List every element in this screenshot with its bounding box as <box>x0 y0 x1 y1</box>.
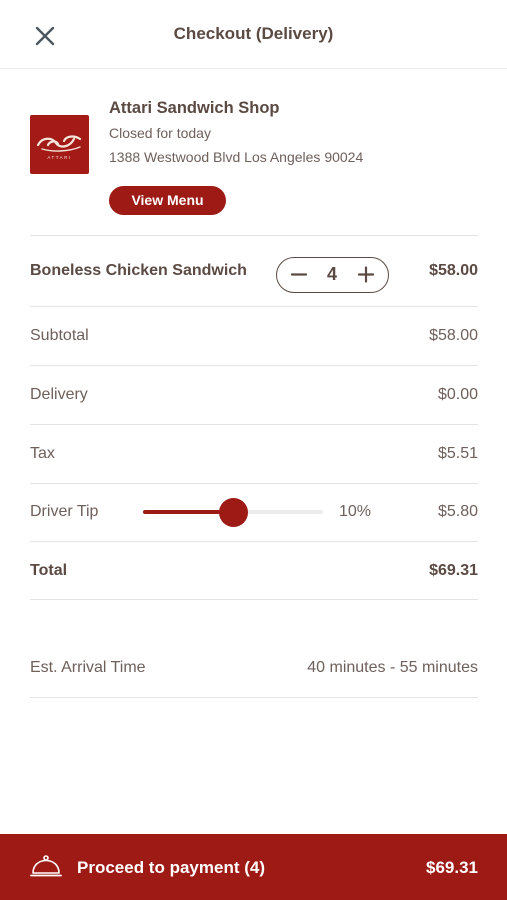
tip-slider[interactable] <box>143 496 323 528</box>
quantity-value: 4 <box>326 264 337 284</box>
arrival-value: 40 minutes - 55 minutes <box>307 659 478 676</box>
tip-slider-handle[interactable] <box>219 498 248 527</box>
shop-info: ATTARI Attari Sandwich Shop Closed for t… <box>30 90 478 235</box>
shop-status: Closed for today <box>109 125 211 141</box>
top-bar: Checkout (Delivery) <box>0 0 507 69</box>
divider <box>30 697 478 698</box>
shop-name: Attari Sandwich Shop <box>109 99 280 117</box>
svg-text:ATTARI: ATTARI <box>47 155 71 160</box>
item-name: Boneless Chicken Sandwich <box>30 262 247 279</box>
tip-value: $5.80 <box>437 503 478 520</box>
divider <box>30 424 478 425</box>
divider <box>30 235 478 236</box>
item-price: $58.00 <box>429 262 478 279</box>
divider <box>30 541 478 542</box>
arrival-label: Est. Arrival Time <box>30 659 146 676</box>
divider <box>30 483 478 484</box>
footer-total: $69.31 <box>426 858 478 877</box>
shop-logo: ATTARI <box>30 115 89 174</box>
divider <box>30 599 478 600</box>
tip-percent: 10% <box>339 503 372 520</box>
decrease-quantity-button[interactable] <box>281 258 317 291</box>
delivery-value: $0.00 <box>437 386 478 403</box>
plus-icon[interactable] <box>348 258 384 291</box>
divider <box>30 365 478 366</box>
divider <box>30 306 478 307</box>
view-menu-button[interactable]: View Menu <box>109 186 226 215</box>
cloche-icon <box>30 855 62 877</box>
proceed-label: Proceed to payment (4) <box>77 858 265 877</box>
tax-value: $5.51 <box>437 445 478 462</box>
total-value: $69.31 <box>429 562 478 579</box>
subtotal-label: Subtotal <box>30 327 89 344</box>
driver-tip-label: Driver Tip <box>30 503 99 520</box>
tax-label: Tax <box>30 445 55 462</box>
increase-quantity-button[interactable] <box>348 258 384 291</box>
proceed-to-payment-button[interactable]: Proceed to payment (4) $69.31 <box>0 834 507 900</box>
total-label: Total <box>30 562 68 579</box>
shop-address: 1388 Westwood Blvd Los Angeles 90024 <box>109 149 364 165</box>
subtotal-value: $58.00 <box>429 327 478 344</box>
minus-icon[interactable] <box>281 258 317 291</box>
delivery-label: Delivery <box>30 386 88 403</box>
quantity-stepper: 4 <box>276 257 389 293</box>
page-title: Checkout (Delivery) <box>173 24 334 43</box>
